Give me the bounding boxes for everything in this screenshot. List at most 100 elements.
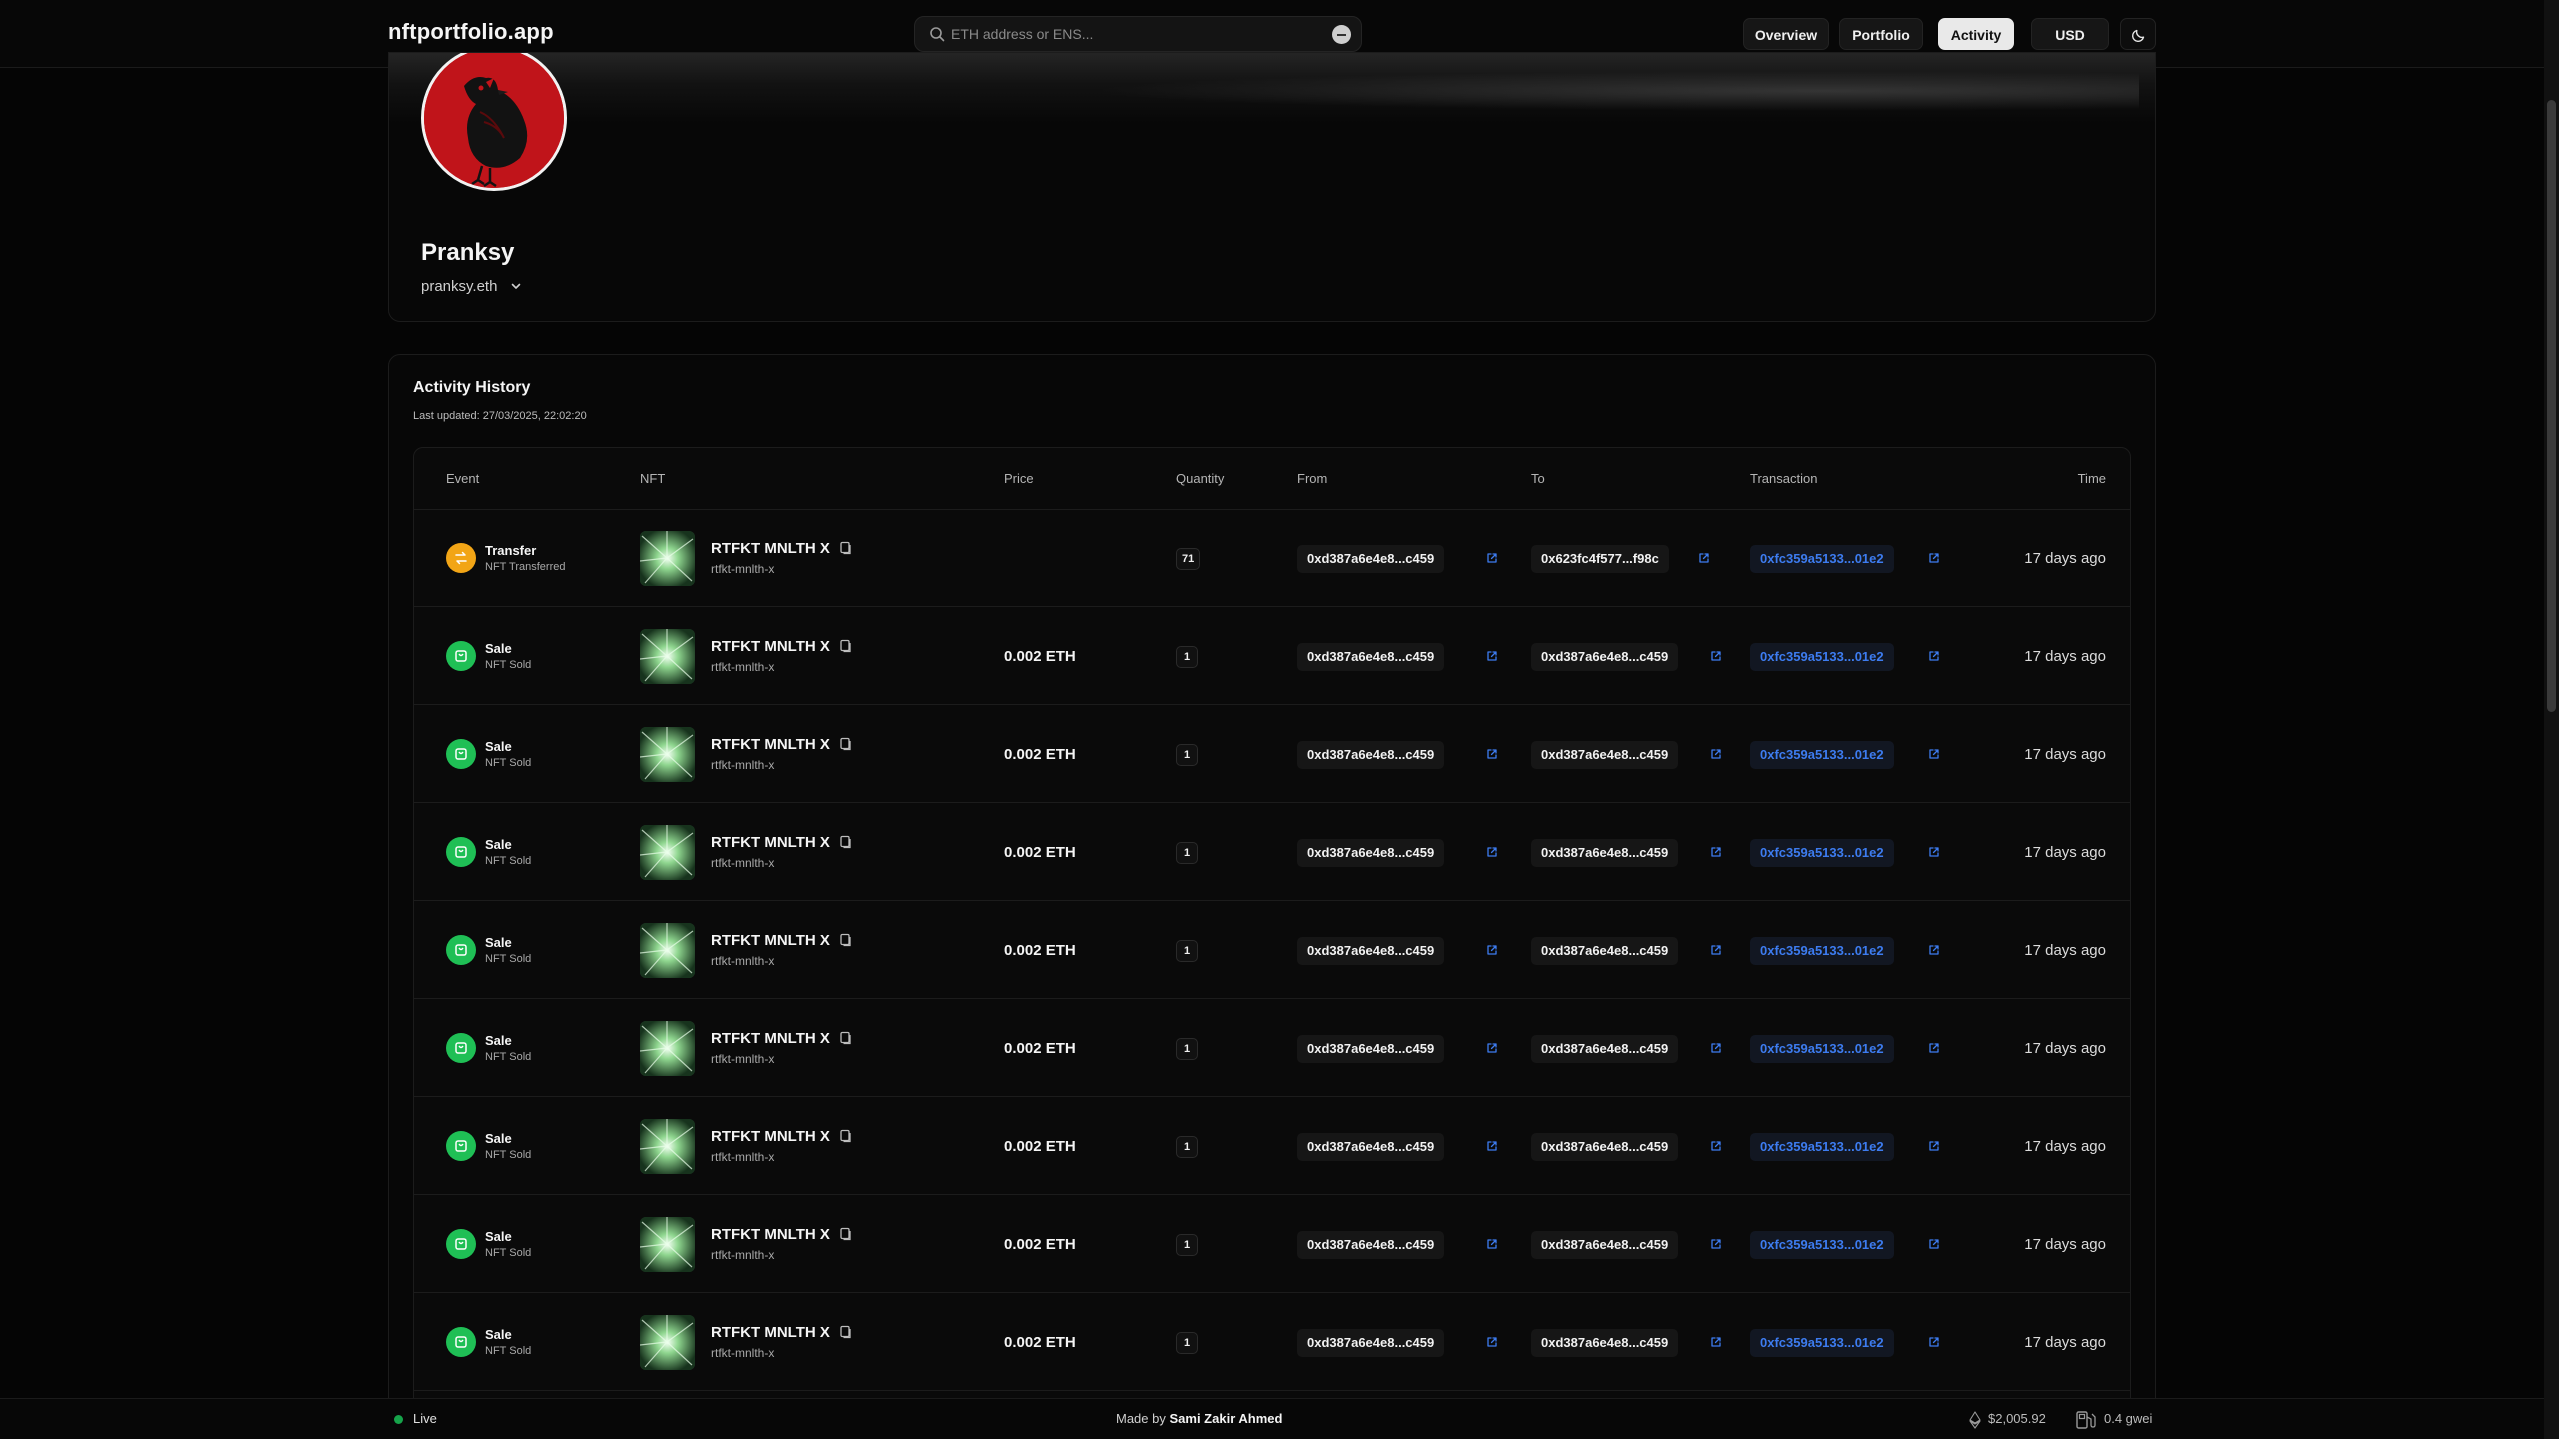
external-link-icon[interactable] bbox=[1486, 1042, 1498, 1054]
nft-thumbnail[interactable] bbox=[640, 1315, 695, 1370]
external-link-icon[interactable] bbox=[1710, 944, 1722, 956]
brand-logo[interactable]: nftportfolio.app bbox=[388, 19, 554, 45]
to-address[interactable]: 0xd387a6e4e8...c459 bbox=[1531, 839, 1679, 867]
clear-search-icon[interactable] bbox=[1332, 25, 1351, 44]
page-scrollbar[interactable] bbox=[2544, 0, 2559, 1439]
to-address[interactable]: 0xd387a6e4e8...c459 bbox=[1531, 1329, 1679, 1357]
to-link-wrap[interactable] bbox=[1698, 551, 1710, 569]
nft-thumbnail[interactable] bbox=[640, 923, 695, 978]
external-link-icon[interactable] bbox=[1928, 1238, 1940, 1250]
external-link-icon[interactable] bbox=[1928, 1042, 1940, 1054]
from-address[interactable]: 0xd387a6e4e8...c459 bbox=[1297, 545, 1445, 573]
table-row[interactable]: Transfer NFT Transferred RTFKT MNLTH X rtfk… bbox=[414, 510, 2130, 607]
table-row[interactable]: Sale NFT Sold RTFKT MNLTH X rtfkt-mnlth-x 0.… bbox=[414, 1196, 2130, 1293]
table-row[interactable]: Sale NFT Sold RTFKT MNLTH X rtfkt-mnlth-x 0.… bbox=[414, 706, 2130, 803]
to-address[interactable]: 0xd387a6e4e8...c459 bbox=[1531, 741, 1679, 769]
from-link-wrap[interactable] bbox=[1486, 747, 1498, 765]
external-link-icon[interactable] bbox=[1698, 552, 1710, 564]
from-address[interactable]: 0xd387a6e4e8...c459 bbox=[1297, 1231, 1445, 1259]
tx-link-wrap[interactable] bbox=[1928, 551, 1940, 569]
currency-select[interactable]: USD bbox=[2031, 18, 2109, 50]
external-link-icon[interactable] bbox=[1928, 944, 1940, 956]
to-link-wrap[interactable] bbox=[1710, 845, 1722, 863]
nft-name[interactable]: RTFKT MNLTH X bbox=[711, 638, 830, 655]
external-link-icon[interactable] bbox=[1486, 1238, 1498, 1250]
external-link-icon[interactable] bbox=[1928, 650, 1940, 662]
nft-name[interactable]: RTFKT MNLTH X bbox=[711, 736, 830, 753]
external-link-icon[interactable] bbox=[1710, 650, 1722, 662]
table-row[interactable]: Sale NFT Sold RTFKT MNLTH X rtfkt-mnlth-x 0.… bbox=[414, 804, 2130, 901]
table-row[interactable]: Sale NFT Sold RTFKT MNLTH X rtfkt-mnlth-x 0.… bbox=[414, 1294, 2130, 1391]
search-input[interactable] bbox=[951, 17, 1311, 51]
external-link-icon[interactable] bbox=[1486, 650, 1498, 662]
external-link-icon[interactable] bbox=[1486, 1336, 1498, 1348]
external-link-icon[interactable] bbox=[1486, 748, 1498, 760]
to-link-wrap[interactable] bbox=[1710, 1335, 1722, 1353]
table-row[interactable]: Sale NFT Sold RTFKT MNLTH X rtfkt-mnlth-x 0.… bbox=[414, 608, 2130, 705]
nft-thumbnail[interactable] bbox=[640, 1217, 695, 1272]
external-link-icon[interactable] bbox=[1710, 1336, 1722, 1348]
transaction-hash-link[interactable]: 0xfc359a5133...01e2 bbox=[1750, 1133, 1894, 1161]
ens-name-selector[interactable]: pranksy.eth bbox=[421, 278, 497, 295]
external-link-icon[interactable] bbox=[1710, 1042, 1722, 1054]
to-address[interactable]: 0xd387a6e4e8...c459 bbox=[1531, 1231, 1679, 1259]
nft-name[interactable]: RTFKT MNLTH X bbox=[711, 834, 830, 851]
to-address[interactable]: 0x623fc4f577...f98c bbox=[1531, 545, 1669, 573]
transaction-hash-link[interactable]: 0xfc359a5133...01e2 bbox=[1750, 839, 1894, 867]
from-address[interactable]: 0xd387a6e4e8...c459 bbox=[1297, 1329, 1445, 1357]
nft-name[interactable]: RTFKT MNLTH X bbox=[711, 1128, 830, 1145]
tx-link-wrap[interactable] bbox=[1928, 1041, 1940, 1059]
nft-thumbnail[interactable] bbox=[640, 531, 695, 586]
tx-link-wrap[interactable] bbox=[1928, 1237, 1940, 1255]
external-link-icon[interactable] bbox=[1486, 1140, 1498, 1152]
from-link-wrap[interactable] bbox=[1486, 845, 1498, 863]
chevron-down-icon[interactable] bbox=[509, 279, 523, 293]
from-link-wrap[interactable] bbox=[1486, 649, 1498, 667]
transaction-hash-link[interactable]: 0xfc359a5133...01e2 bbox=[1750, 937, 1894, 965]
transaction-hash-link[interactable]: 0xfc359a5133...01e2 bbox=[1750, 1329, 1894, 1357]
portfolio-button[interactable]: Portfolio bbox=[1839, 18, 1923, 50]
external-link-icon[interactable] bbox=[1710, 748, 1722, 760]
nft-name[interactable]: RTFKT MNLTH X bbox=[711, 932, 830, 949]
nft-thumbnail[interactable] bbox=[640, 825, 695, 880]
nft-name[interactable]: RTFKT MNLTH X bbox=[711, 1030, 830, 1047]
from-link-wrap[interactable] bbox=[1486, 1041, 1498, 1059]
transaction-hash-link[interactable]: 0xfc359a5133...01e2 bbox=[1750, 643, 1894, 671]
tx-link-wrap[interactable] bbox=[1928, 1139, 1940, 1157]
tx-link-wrap[interactable] bbox=[1928, 845, 1940, 863]
to-link-wrap[interactable] bbox=[1710, 649, 1722, 667]
nft-name[interactable]: RTFKT MNLTH X bbox=[711, 1226, 830, 1243]
to-address[interactable]: 0xd387a6e4e8...c459 bbox=[1531, 937, 1679, 965]
external-link-icon[interactable] bbox=[1928, 1140, 1940, 1152]
table-row[interactable]: Sale NFT Sold RTFKT MNLTH X rtfkt-mnlth-x 0.… bbox=[414, 1000, 2130, 1097]
tx-link-wrap[interactable] bbox=[1928, 649, 1940, 667]
external-link-icon[interactable] bbox=[1710, 846, 1722, 858]
from-address[interactable]: 0xd387a6e4e8...c459 bbox=[1297, 839, 1445, 867]
to-link-wrap[interactable] bbox=[1710, 747, 1722, 765]
to-link-wrap[interactable] bbox=[1710, 1041, 1722, 1059]
external-link-icon[interactable] bbox=[1710, 1140, 1722, 1152]
to-link-wrap[interactable] bbox=[1710, 943, 1722, 961]
activity-button[interactable]: Activity bbox=[1938, 18, 2014, 50]
table-row[interactable]: Sale NFT Sold RTFKT MNLTH X rtfkt-mnlth-x 0.… bbox=[414, 1098, 2130, 1195]
tx-link-wrap[interactable] bbox=[1928, 747, 1940, 765]
from-address[interactable]: 0xd387a6e4e8...c459 bbox=[1297, 1035, 1445, 1063]
external-link-icon[interactable] bbox=[1928, 846, 1940, 858]
nft-thumbnail[interactable] bbox=[640, 1021, 695, 1076]
nft-name[interactable]: RTFKT MNLTH X bbox=[711, 1324, 830, 1341]
external-link-icon[interactable] bbox=[1486, 846, 1498, 858]
transaction-hash-link[interactable]: 0xfc359a5133...01e2 bbox=[1750, 1035, 1894, 1063]
external-link-icon[interactable] bbox=[1710, 1238, 1722, 1250]
external-link-icon[interactable] bbox=[1928, 1336, 1940, 1348]
nft-name[interactable]: RTFKT MNLTH X bbox=[711, 540, 830, 557]
to-link-wrap[interactable] bbox=[1710, 1139, 1722, 1157]
to-address[interactable]: 0xd387a6e4e8...c459 bbox=[1531, 643, 1679, 671]
from-link-wrap[interactable] bbox=[1486, 1237, 1498, 1255]
from-link-wrap[interactable] bbox=[1486, 551, 1498, 569]
external-link-icon[interactable] bbox=[1486, 552, 1498, 564]
nft-thumbnail[interactable] bbox=[640, 629, 695, 684]
from-address[interactable]: 0xd387a6e4e8...c459 bbox=[1297, 1133, 1445, 1161]
author-name[interactable]: Sami Zakir Ahmed bbox=[1170, 1411, 1283, 1426]
scrollbar-thumb[interactable] bbox=[2547, 100, 2556, 712]
tx-link-wrap[interactable] bbox=[1928, 1335, 1940, 1353]
